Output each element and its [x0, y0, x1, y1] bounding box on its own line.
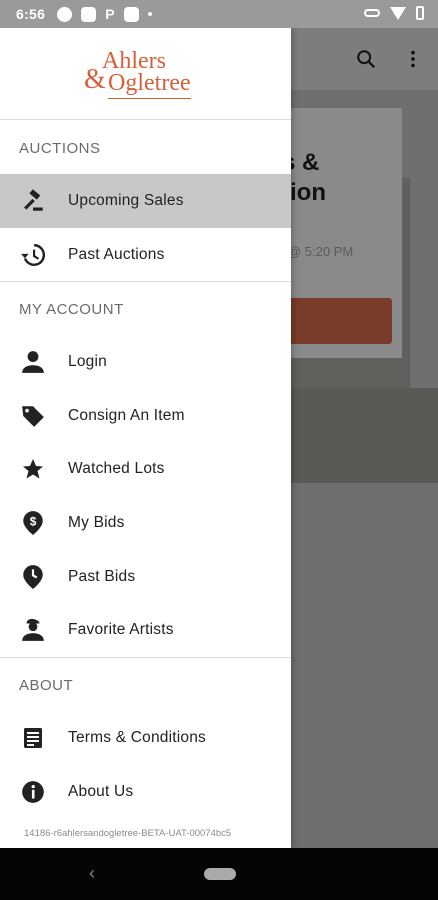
divider — [0, 119, 291, 120]
nav-item-label: Upcoming Sales — [68, 192, 184, 209]
home-pill-icon[interactable] — [204, 868, 236, 880]
section-my-account: MY ACCOUNT — [19, 301, 124, 318]
nav-item-watched-lots[interactable]: Watched Lots — [0, 442, 291, 496]
system-nav-bar: ‹ — [0, 848, 438, 900]
brand-logo: Ahlers & Ogletree — [84, 46, 224, 121]
star-icon — [20, 456, 46, 482]
gavel-icon — [20, 188, 46, 214]
logo-line2: Ogletree — [108, 70, 191, 99]
nav-item-label: Consign An Item — [68, 407, 185, 424]
nav-item-label: Past Bids — [68, 568, 136, 585]
nav-item-about-us[interactable]: About Us — [0, 765, 291, 819]
nav-item-label: Past Auctions — [68, 246, 165, 263]
nav-item-label: Terms & Conditions — [68, 729, 206, 746]
nav-item-label: Login — [68, 353, 107, 370]
nav-item-past-bids[interactable]: Past Bids — [0, 550, 291, 604]
section-about: ABOUT — [19, 677, 74, 694]
system-icons — [364, 6, 424, 20]
divider — [0, 657, 291, 658]
auction-card-button[interactable] — [280, 298, 392, 344]
tag-icon — [20, 403, 46, 429]
navigation-drawer: Ahlers & Ogletree AUCTIONS Upcoming Sale… — [0, 28, 291, 848]
image-band — [290, 388, 438, 483]
person-icon — [20, 349, 46, 375]
nav-item-label: Watched Lots — [68, 460, 165, 477]
section-auctions: AUCTIONS — [19, 140, 101, 157]
status-bar: 6:56 P — [0, 0, 438, 28]
nav-item-past-auctions[interactable]: Past Auctions — [0, 228, 291, 282]
battery-icon — [416, 6, 424, 20]
info-icon — [20, 779, 46, 805]
logo-ampersand: & — [84, 64, 106, 95]
divider — [0, 281, 291, 282]
overflow-menu-icon[interactable] — [402, 48, 424, 70]
nav-item-label: About Us — [68, 783, 134, 800]
more-notifications-icon — [147, 12, 152, 16]
nav-item-login[interactable]: Login — [0, 335, 291, 389]
nav-item-terms[interactable]: Terms & Conditions — [0, 711, 291, 765]
dollar-pin-icon: $ — [20, 510, 46, 536]
status-time: 6:56 — [16, 6, 46, 22]
notification-icons: P — [57, 6, 152, 22]
svg-text:$: $ — [30, 515, 37, 529]
android-icon — [81, 6, 97, 22]
vpn-key-icon — [364, 9, 380, 17]
history-icon — [20, 242, 46, 268]
document-icon — [20, 725, 46, 751]
nav-item-upcoming-sales[interactable]: Upcoming Sales — [0, 174, 291, 228]
nav-item-my-bids[interactable]: $ My Bids — [0, 496, 291, 550]
nav-item-label: Favorite Artists — [68, 621, 174, 638]
notification-icon — [57, 6, 73, 22]
android-icon — [123, 6, 139, 22]
nav-item-label: My Bids — [68, 514, 125, 531]
nav-item-favorite-artists[interactable]: Favorite Artists — [0, 603, 291, 657]
auction-card-date: @ 5:20 PM — [288, 244, 354, 259]
p-notification-icon: P — [105, 6, 115, 22]
clock-pin-icon — [20, 564, 46, 590]
nav-item-consign[interactable]: Consign An Item — [0, 389, 291, 443]
back-icon[interactable]: ‹ — [89, 863, 95, 884]
build-id: 14186-r6ahlersandogletree-BETA-UAT-00074… — [24, 828, 232, 839]
wifi-icon — [390, 6, 406, 20]
search-icon[interactable] — [355, 48, 377, 70]
artist-icon — [20, 617, 46, 643]
